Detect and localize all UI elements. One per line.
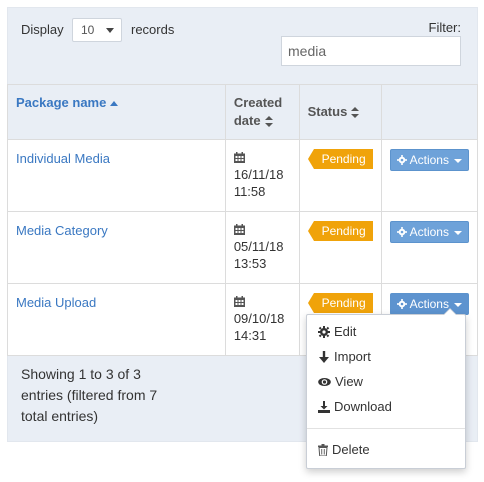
caret-down-icon (453, 230, 462, 235)
menu-item-delete[interactable]: Delete (318, 442, 370, 457)
menu-item-label: Import (334, 349, 371, 364)
gear-icon (318, 326, 330, 338)
table-row: Media Category 05/11/18 13:53 Pending Ac… (7, 211, 479, 284)
calendar-icon (233, 224, 245, 235)
eye-icon (318, 378, 331, 386)
status-header-label: Status (307, 104, 348, 119)
column-header-created-date[interactable]: Created date (224, 84, 300, 140)
column-header-package-name[interactable]: Package name (7, 84, 226, 140)
created-date: 16/11/18 (233, 167, 284, 182)
status-badge: Pending (307, 293, 373, 313)
sort-ascending-icon (110, 101, 119, 107)
gear-icon (396, 227, 407, 237)
package-name-header-label: Package name (16, 95, 107, 110)
menu-item-label: Delete (332, 442, 370, 457)
trash-icon (318, 444, 328, 457)
chevron-down-icon (106, 28, 114, 33)
info-line: entries (filtered from 7 (21, 387, 158, 403)
gear-icon (396, 155, 407, 165)
menu-item-label: Edit (334, 324, 357, 339)
column-header-status[interactable]: Status (298, 84, 382, 140)
date-header-label: date (233, 113, 261, 128)
actions-button[interactable]: Actions (389, 221, 469, 243)
display-label: Display (21, 22, 64, 37)
page-length-value: 10 (81, 23, 95, 37)
table-row: Individual Media 16/11/18 11:58 Pending … (7, 139, 479, 212)
package-name-link[interactable]: Individual Media (16, 151, 110, 166)
created-date: 09/10/18 (233, 311, 285, 326)
records-label: records (131, 22, 175, 37)
info-line: total entries) (21, 408, 99, 424)
menu-item-label: View (335, 374, 363, 389)
created-time: 14:31 (233, 328, 267, 343)
info-line: Showing 1 to 3 of 3 (21, 366, 141, 382)
calendar-icon (233, 152, 245, 163)
created-time: 11:58 (233, 184, 266, 199)
calendar-icon (233, 296, 245, 307)
filter-label: Filter: (428, 20, 462, 35)
menu-item-edit[interactable]: Edit (318, 324, 356, 339)
menu-item-view[interactable]: View (318, 374, 363, 389)
gear-icon (396, 299, 407, 309)
actions-button-label: Actions (409, 225, 449, 239)
created-header-label: Created (233, 95, 283, 110)
table-info: Showing 1 to 3 of 3 entries (filtered fr… (21, 364, 181, 427)
actions-button[interactable]: Actions (389, 293, 469, 315)
actions-button[interactable]: Actions (389, 149, 469, 171)
caret-down-icon (453, 302, 462, 307)
filter-input[interactable] (281, 36, 461, 66)
status-badge: Pending (307, 221, 373, 241)
actions-dropdown-menu: Edit Import View Download Delete (306, 308, 466, 469)
status-badge: Pending (307, 149, 373, 169)
menu-divider (307, 428, 465, 429)
download-icon (318, 401, 330, 413)
page-length-select[interactable]: 10 (72, 18, 122, 42)
actions-button-label: Actions (409, 153, 449, 167)
menu-item-download[interactable]: Download (318, 399, 392, 414)
arrow-down-icon (319, 351, 329, 363)
caret-down-icon (453, 158, 462, 163)
created-time: 13:53 (233, 256, 267, 271)
created-date: 05/11/18 (233, 239, 284, 254)
menu-item-import[interactable]: Import (318, 349, 371, 364)
package-name-link[interactable]: Media Upload (16, 295, 96, 310)
sort-icon (264, 116, 273, 128)
column-header-actions (380, 84, 479, 140)
sort-icon (351, 107, 360, 119)
menu-item-label: Download (334, 399, 392, 414)
package-name-link[interactable]: Media Category (16, 223, 108, 238)
